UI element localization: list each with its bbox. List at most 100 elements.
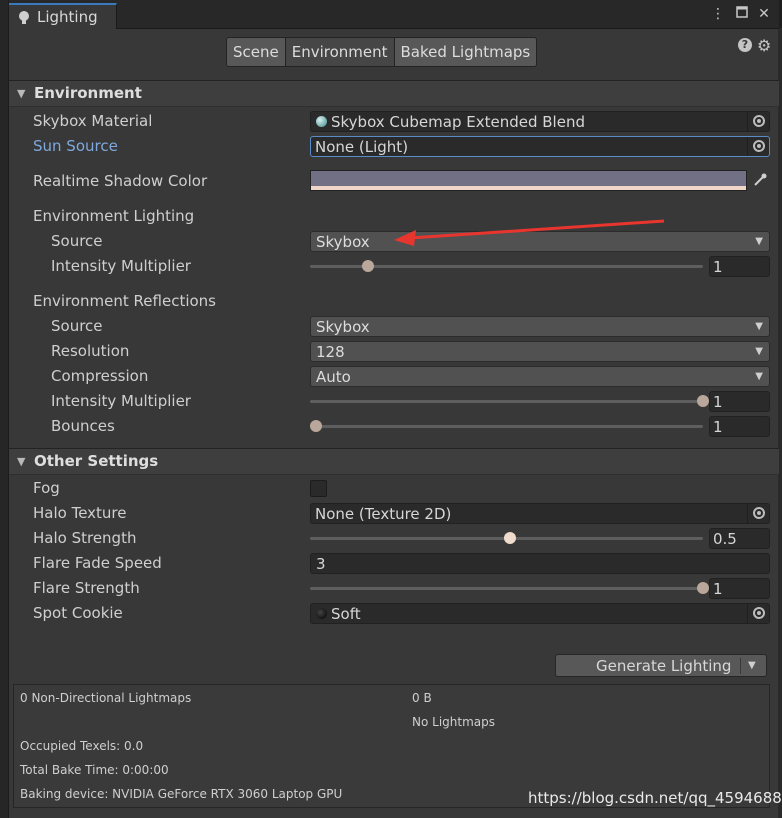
lightmaps-count: 0 Non-Directional Lightmaps [20,691,192,705]
compression-dropdown[interactable]: Auto ▼ [310,366,770,387]
halo-texture-value: None (Texture 2D) [315,505,452,523]
button-divider [740,658,741,674]
chevron-down-icon: ▼ [755,371,763,382]
skybox-material-label: Skybox Material [33,112,153,130]
number-value: 1 [713,418,723,436]
texture-icon [316,608,327,619]
dropdown-value: Skybox [316,318,370,336]
eyedropper-icon[interactable] [749,170,771,191]
object-picker-icon[interactable] [747,137,769,156]
lighting-tabs: Scene Environment Baked Lightmaps [226,37,538,67]
object-picker-icon[interactable] [747,504,769,523]
reflection-intensity-label: Intensity Multiplier [51,392,191,410]
generate-lighting-button[interactable]: Generate Lighting ▼ [555,654,767,677]
background-editor-left [0,0,8,818]
halo-strength-input[interactable]: 0.5 [709,528,770,549]
reflection-source-dropdown[interactable]: Skybox ▼ [310,316,770,337]
number-value: 3 [316,555,326,573]
lighting-source-dropdown[interactable]: Skybox ▼ [310,231,770,252]
reflection-intensity-input[interactable]: 1 [709,391,770,412]
other-settings-section-header[interactable]: ▼ Other Settings [9,448,779,475]
button-label: Generate Lighting [596,657,732,675]
dropdown-value: 128 [316,343,345,361]
sun-source-field[interactable]: None (Light) [310,136,770,157]
environment-reflections-label: Environment Reflections [33,292,216,310]
chevron-down-icon: ▼ [755,321,763,332]
halo-texture-field[interactable]: None (Texture 2D) [310,503,770,524]
skybox-material-value: Skybox Cubemap Extended Blend [331,113,585,131]
fog-label: Fog [33,479,60,497]
halo-strength-label: Halo Strength [33,529,137,547]
spot-cookie-label: Spot Cookie [33,604,123,622]
chevron-down-icon: ▼ [755,346,763,357]
help-icon[interactable]: ? [738,38,752,52]
lighting-window: Lighting ⋮ ✕ Scene Environment Baked Lig… [8,0,779,818]
gear-icon[interactable]: ⚙ [757,36,771,55]
bounces-slider[interactable] [310,425,703,428]
lighting-intensity-label: Intensity Multiplier [51,257,191,275]
object-picker-icon[interactable] [747,112,769,131]
spot-cookie-field[interactable]: Soft [310,603,770,624]
number-value: 1 [713,580,723,598]
maximize-icon[interactable] [733,5,751,23]
realtime-shadow-color-label: Realtime Shadow Color [33,172,208,190]
color-swatch [311,171,746,186]
bounces-label: Bounces [51,417,115,435]
number-value: 0.5 [713,530,737,548]
dropdown-value: Skybox [316,233,370,251]
slider-handle[interactable] [503,532,516,544]
sun-source-value: None (Light) [315,138,409,156]
compression-label: Compression [51,367,149,385]
flare-strength-label: Flare Strength [33,579,140,597]
occupied-texels: Occupied Texels: 0.0 [20,739,144,753]
close-icon[interactable]: ✕ [755,5,773,23]
slider-handle[interactable] [697,395,709,407]
chevron-down-icon: ▼ [755,236,763,247]
flare-strength-slider[interactable] [310,587,703,590]
fold-down-icon: ▼ [17,455,26,468]
flare-strength-input[interactable]: 1 [709,578,770,599]
slider-handle[interactable] [697,582,709,594]
sun-source-label: Sun Source [33,137,118,155]
tab-scene[interactable]: Scene [227,38,286,66]
flare-fade-speed-input[interactable]: 3 [310,553,770,574]
tab-environment[interactable]: Environment [285,38,395,66]
tab-title: Lighting [37,8,98,26]
reflection-intensity-slider[interactable] [310,400,703,403]
section-title: Other Settings [34,452,159,470]
number-value: 1 [713,258,723,276]
slider-handle[interactable] [310,420,322,432]
fog-checkbox[interactable] [310,480,327,497]
shadow-color-swatch[interactable] [310,170,747,191]
environment-section-header[interactable]: ▼ Environment [9,80,779,107]
halo-texture-label: Halo Texture [33,504,127,522]
number-value: 1 [713,393,723,411]
alpha-bar [311,186,746,190]
lightbulb-icon [19,11,29,24]
material-icon [316,116,327,127]
environment-lighting-label: Environment Lighting [33,207,195,225]
chevron-down-icon[interactable]: ▼ [748,660,756,671]
dropdown-value: Auto [316,368,351,386]
resolution-dropdown[interactable]: 128 ▼ [310,341,770,362]
flare-fade-speed-label: Flare Fade Speed [33,554,162,572]
object-picker-icon[interactable] [747,604,769,623]
baking-device: Baking device: NVIDIA GeForce RTX 3060 L… [20,787,343,801]
lighting-source-label: Source [51,232,103,250]
lightmaps-size: 0 B [412,691,432,705]
watermark: https://blog.csdn.net/qq_45946883 [528,789,782,807]
tab-lighting[interactable]: Lighting [9,3,117,29]
lighting-intensity-input[interactable]: 1 [709,256,770,277]
total-bake-time: Total Bake Time: 0:00:00 [20,763,169,777]
tab-baked-lightmaps[interactable]: Baked Lightmaps [394,38,537,66]
window-titlebar: Lighting ⋮ ✕ [9,0,779,29]
skybox-material-field[interactable]: Skybox Cubemap Extended Blend [310,111,770,132]
bounces-input[interactable]: 1 [709,416,770,437]
no-lightmaps-text: No Lightmaps [412,715,495,729]
more-options-icon[interactable]: ⋮ [709,5,727,23]
fold-down-icon: ▼ [17,87,26,100]
reflection-source-label: Source [51,317,103,335]
spot-cookie-value: Soft [331,605,361,623]
slider-handle[interactable] [362,260,375,272]
resolution-label: Resolution [51,342,130,360]
